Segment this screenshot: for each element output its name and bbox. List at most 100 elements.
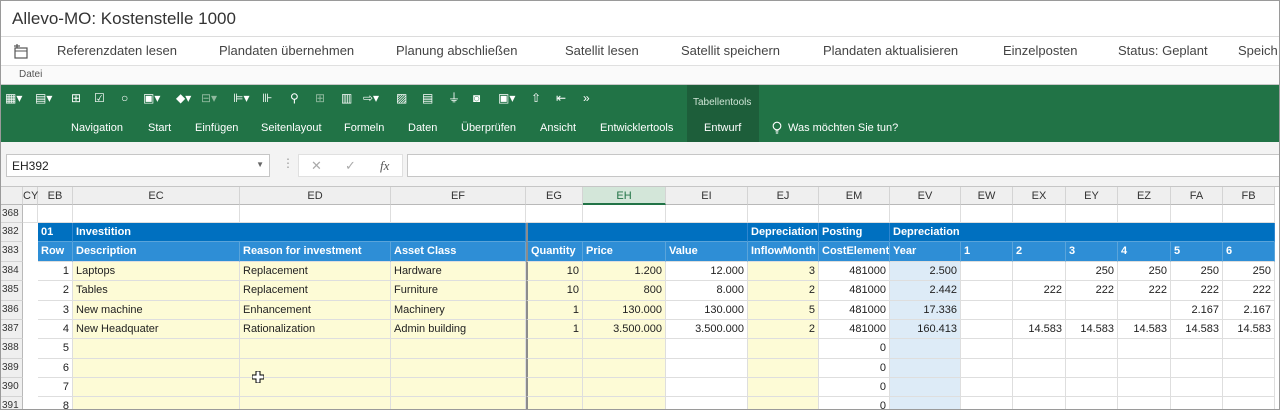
cell-m3[interactable]: 222 <box>1066 281 1118 301</box>
cell-row[interactable]: 4 <box>38 320 73 339</box>
cell-m6[interactable] <box>1223 359 1275 378</box>
enter-icon[interactable]: ✓ <box>345 158 356 174</box>
tab-daten[interactable]: Daten <box>408 122 437 134</box>
cell-reason[interactable] <box>240 339 391 359</box>
column-header-ey[interactable]: EY <box>1066 187 1118 205</box>
cell-m1[interactable] <box>961 320 1013 339</box>
cell-m4[interactable]: 14.583 <box>1118 320 1171 339</box>
cell-m4[interactable] <box>1118 378 1171 397</box>
menu-plandaten-aktualisieren[interactable]: Plandaten aktualisieren <box>823 43 958 58</box>
calculator-icon[interactable]: ▥ <box>341 91 352 105</box>
cell-asset-class[interactable] <box>391 378 526 397</box>
search-icon[interactable]: ⚲ <box>290 91 299 105</box>
cell-value[interactable]: 12.000 <box>666 262 748 281</box>
fill-icon[interactable]: ◆▾ <box>176 91 191 105</box>
cell-m1[interactable] <box>961 397 1013 409</box>
cell-cost-element[interactable]: 481000 <box>819 320 890 339</box>
cell-value[interactable] <box>666 359 748 378</box>
tab-start[interactable]: Start <box>148 122 171 134</box>
cell-row[interactable]: 8 <box>38 397 73 409</box>
upload-icon[interactable]: ⇧ <box>531 91 541 105</box>
cell-cost-element[interactable]: 0 <box>819 359 890 378</box>
cell-m3[interactable] <box>1066 339 1118 359</box>
header-m5[interactable]: 5 <box>1171 242 1223 262</box>
empty-cell[interactable] <box>1223 205 1275 223</box>
header-m2[interactable]: 2 <box>1013 242 1066 262</box>
cell-row[interactable]: 6 <box>38 359 73 378</box>
cell-year[interactable]: 160.413 <box>890 320 961 339</box>
sheet-icon[interactable]: ▤ <box>422 91 433 105</box>
header-inflow[interactable]: InflowMonth <box>748 242 819 262</box>
cell-m1[interactable] <box>961 262 1013 281</box>
menu-planung-abschliessen[interactable]: Planung abschließen <box>396 43 517 58</box>
empty-cell[interactable] <box>583 205 666 223</box>
cell-year[interactable] <box>890 397 961 409</box>
table-icon[interactable]: ▤▾ <box>35 91 52 105</box>
row-header-391[interactable]: 391 <box>1 397 23 409</box>
cell-m4[interactable] <box>1118 397 1171 409</box>
cell-price[interactable] <box>583 359 666 378</box>
cell-year[interactable]: 2.442 <box>890 281 961 301</box>
name-box[interactable]: EH392 ▼ <box>6 154 270 177</box>
form-icon[interactable]: ▦▾ <box>5 91 22 105</box>
cell-price[interactable]: 3.500.000 <box>583 320 666 339</box>
cell-asset-class[interactable] <box>391 359 526 378</box>
cell-description[interactable] <box>73 359 240 378</box>
cell-m6[interactable] <box>1223 397 1275 409</box>
row-header-384[interactable]: 384 <box>1 262 23 281</box>
tab-navigation[interactable]: Navigation <box>71 122 123 134</box>
cell-m2[interactable] <box>1013 378 1066 397</box>
grid-icon[interactable]: ⊞ <box>71 91 81 105</box>
cell-m5[interactable] <box>1171 339 1223 359</box>
tell-me-search[interactable]: Was möchten Sie tun? <box>788 122 898 134</box>
worksheet-grid[interactable]: CY EB EC ED EF EG EH EI EJ EM EV EW EX EY EZ FA FB 368 382… <box>1 187 1279 409</box>
empty-cell[interactable] <box>23 205 38 223</box>
cell-m4[interactable] <box>1118 301 1171 320</box>
menu-einzelposten[interactable]: Einzelposten <box>1003 43 1077 58</box>
row-header-386[interactable]: 386 <box>1 301 23 320</box>
cell-asset-class[interactable] <box>391 339 526 359</box>
image-icon[interactable]: ▣▾ <box>498 91 515 105</box>
row-header-382[interactable]: 382 <box>1 223 23 242</box>
cell-value[interactable]: 8.000 <box>666 281 748 301</box>
cell-inflow[interactable]: 2 <box>748 281 819 301</box>
cell-reason[interactable]: Replacement <box>240 281 391 301</box>
cell-year[interactable] <box>890 378 961 397</box>
columns-icon[interactable]: ⊪ <box>262 91 272 105</box>
column-header-ev[interactable]: EV <box>890 187 961 205</box>
empty-cell[interactable] <box>38 205 73 223</box>
circle-icon[interactable]: ○ <box>121 91 128 105</box>
cell-row[interactable]: 5 <box>38 339 73 359</box>
cell-inflow[interactable] <box>748 397 819 409</box>
header-asset-class[interactable]: Asset Class <box>391 242 526 262</box>
cell-m5[interactable] <box>1171 397 1223 409</box>
column-header-ef[interactable]: EF <box>391 187 526 205</box>
section-depreciation2[interactable]: Depreciation <box>890 223 1275 242</box>
cell-m2[interactable] <box>1013 262 1066 281</box>
column-header-ez[interactable]: EZ <box>1118 187 1171 205</box>
cell-cost-element[interactable]: 481000 <box>819 281 890 301</box>
share-icon[interactable]: ⇨▾ <box>363 91 379 105</box>
cell-value[interactable] <box>666 378 748 397</box>
cell-m2[interactable] <box>1013 301 1066 320</box>
section-posting[interactable]: Posting <box>819 223 890 242</box>
header-price[interactable]: Price <box>583 242 666 262</box>
cell-description[interactable]: New machine <box>73 301 240 320</box>
header-cost-element[interactable]: CostElement <box>819 242 890 262</box>
cell-asset-class[interactable]: Machinery <box>391 301 526 320</box>
cell-m1[interactable] <box>961 378 1013 397</box>
cell-value[interactable] <box>666 397 748 409</box>
cell-cost-element[interactable]: 0 <box>819 339 890 359</box>
column-header-eh[interactable]: EH <box>583 187 666 205</box>
cell-quantity[interactable]: 1 <box>526 320 583 339</box>
cell-quantity[interactable] <box>526 397 583 409</box>
cell-reason[interactable]: Replacement <box>240 262 391 281</box>
row-header-383[interactable]: 383 <box>1 242 23 262</box>
cell-m3[interactable] <box>1066 359 1118 378</box>
column-header-ej[interactable]: EJ <box>748 187 819 205</box>
cell-m1[interactable] <box>961 359 1013 378</box>
cell-inflow[interactable] <box>748 339 819 359</box>
cell-cost-element[interactable]: 481000 <box>819 262 890 281</box>
cell-price[interactable] <box>583 397 666 409</box>
cell-asset-class[interactable]: Admin building <box>391 320 526 339</box>
